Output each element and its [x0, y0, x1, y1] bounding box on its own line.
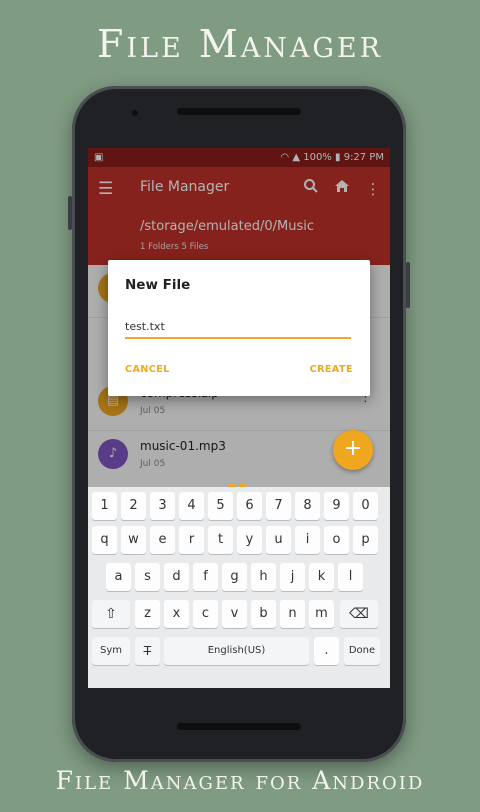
key[interactable]: 9 [324, 492, 349, 520]
key[interactable]: 2 [121, 492, 146, 520]
key[interactable]: 1 [92, 492, 117, 520]
key[interactable]: x [164, 600, 189, 628]
key[interactable]: h [251, 563, 276, 591]
key[interactable]: f [193, 563, 218, 591]
key[interactable]: c [193, 600, 218, 628]
key[interactable]: 8 [295, 492, 320, 520]
key[interactable]: u [266, 526, 291, 554]
key[interactable]: i [295, 526, 320, 554]
keyboard-number-row: 1 2 3 4 5 6 7 8 9 0 [88, 492, 390, 526]
sym-key[interactable]: Sym [92, 637, 130, 665]
period-key[interactable]: . [314, 637, 339, 665]
phone-screen: ▣ ◠ ▲ 100% ▮ 9:27 PM ☰ File Manager ⋮ /s… [88, 148, 390, 688]
key[interactable]: e [150, 526, 175, 554]
volume-button [68, 196, 72, 230]
key[interactable]: k [309, 563, 334, 591]
key[interactable]: g [222, 563, 247, 591]
space-key[interactable]: English(US) [164, 637, 309, 665]
key[interactable]: n [280, 600, 305, 628]
keyboard-row-asdf: a s d f g h j k l [88, 563, 390, 597]
promo-subtitle: File Manager for Android [55, 766, 425, 795]
key[interactable]: w [121, 526, 146, 554]
soft-keyboard: 1 2 3 4 5 6 7 8 9 0 q w e r t y u i o p … [88, 487, 390, 688]
key[interactable]: l [338, 563, 363, 591]
key[interactable]: 5 [208, 492, 233, 520]
key[interactable]: o [324, 526, 349, 554]
promo-title: File Manager [97, 22, 383, 66]
key[interactable]: p [353, 526, 378, 554]
phone-frame: ▣ ◠ ▲ 100% ▮ 9:27 PM ☰ File Manager ⋮ /s… [68, 86, 410, 762]
power-button [406, 262, 410, 308]
key[interactable]: 3 [150, 492, 175, 520]
key[interactable]: 6 [237, 492, 262, 520]
key[interactable]: 4 [179, 492, 204, 520]
front-camera [132, 110, 138, 116]
key[interactable]: q [92, 526, 117, 554]
key[interactable]: j [280, 563, 305, 591]
key[interactable]: v [222, 600, 247, 628]
file-name-input[interactable] [125, 315, 351, 339]
key[interactable]: 0 [353, 492, 378, 520]
key[interactable]: a [106, 563, 131, 591]
key[interactable]: z [135, 600, 160, 628]
create-button[interactable]: CREATE [310, 364, 353, 375]
shift-key[interactable]: ⇧ [92, 600, 130, 628]
key[interactable]: 7 [266, 492, 291, 520]
key[interactable]: r [179, 526, 204, 554]
earpiece-speaker [177, 108, 301, 115]
handwriting-key[interactable]: T̶ [135, 637, 160, 665]
keyboard-row-qwerty: q w e r t y u i o p [88, 526, 390, 560]
key[interactable]: y [237, 526, 262, 554]
backspace-key[interactable]: ⌫ [340, 600, 378, 628]
key[interactable]: m [309, 600, 334, 628]
keyboard-row-bottom: Sym T̶ English(US) . Done [88, 637, 390, 671]
key[interactable]: s [135, 563, 160, 591]
key[interactable]: t [208, 526, 233, 554]
bottom-speaker [177, 723, 301, 730]
key[interactable]: b [251, 600, 276, 628]
new-file-dialog: New File CANCEL CREATE [108, 260, 370, 396]
dialog-title: New File [125, 277, 191, 293]
done-key[interactable]: Done [344, 637, 380, 665]
key[interactable]: d [164, 563, 189, 591]
cancel-button[interactable]: CANCEL [125, 364, 170, 375]
add-fab-button[interactable]: + [333, 430, 373, 470]
keyboard-row-zxcv: ⇧ z x c v b n m ⌫ [88, 600, 390, 634]
